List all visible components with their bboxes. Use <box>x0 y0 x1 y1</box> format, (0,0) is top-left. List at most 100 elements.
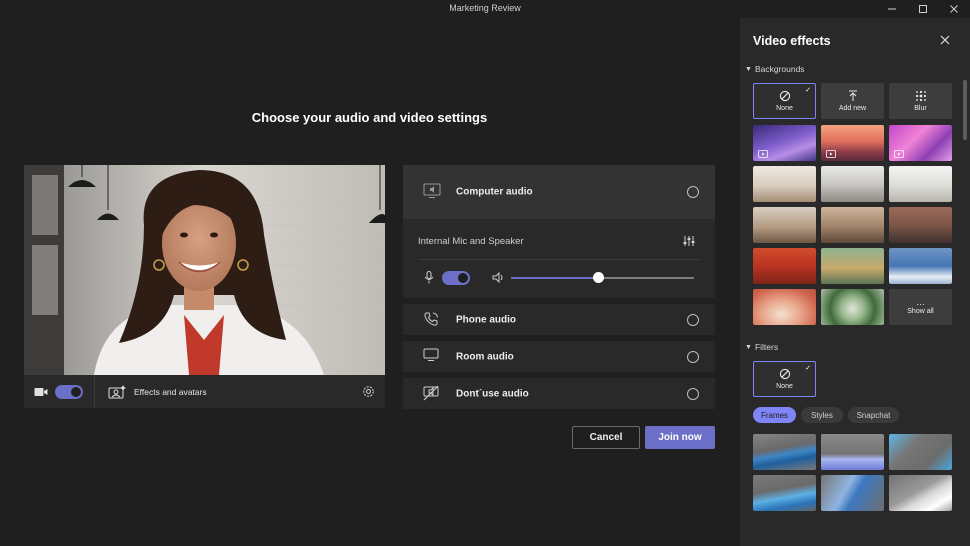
background-thumbnail[interactable] <box>889 166 952 202</box>
microphone-toggle[interactable] <box>442 271 470 285</box>
monitor-icon <box>423 348 439 361</box>
filter-thumbnail[interactable] <box>821 434 884 470</box>
device-settings-icon[interactable] <box>683 235 695 247</box>
show-all-backgrounds-tile[interactable]: … Show all <box>889 289 952 325</box>
background-thumbnail[interactable] <box>889 248 952 284</box>
panel-title: Video effects <box>753 34 831 48</box>
cancel-button[interactable]: Cancel <box>572 426 640 449</box>
device-label: Internal Mic and Speaker <box>418 236 524 247</box>
filter-thumbnail[interactable] <box>753 475 816 511</box>
blur-background-tile[interactable]: Blur <box>889 83 952 119</box>
no-audio-radio[interactable] <box>687 387 699 400</box>
background-none-tile[interactable]: ✓ None <box>753 83 816 119</box>
checkmark-icon: ✓ <box>805 87 811 94</box>
filter-thumbnail[interactable] <box>889 434 952 470</box>
filter-none-label: None <box>776 383 793 390</box>
phone-icon <box>424 312 438 326</box>
camera-icon <box>34 388 48 396</box>
settings-gear-icon[interactable] <box>362 385 375 398</box>
none-icon <box>779 90 790 102</box>
tab-snapchat[interactable]: Snapchat <box>848 407 899 423</box>
none-icon <box>779 368 790 380</box>
room-audio-radio[interactable] <box>687 350 699 363</box>
add-new-background-tile[interactable]: Add new <box>821 83 884 119</box>
panel-scrollbar[interactable] <box>963 80 967 140</box>
video-preview <box>24 165 385 375</box>
effects-icon <box>108 384 126 398</box>
volume-slider[interactable] <box>511 272 694 283</box>
background-thumbnail[interactable] <box>889 125 952 161</box>
window-title: Marketing Review <box>449 3 521 13</box>
blur-label: Blur <box>914 105 927 112</box>
show-all-label: Show all <box>907 308 934 315</box>
no-audio-option[interactable]: Dont´use audio <box>403 378 715 409</box>
background-thumbnail[interactable] <box>821 207 884 243</box>
background-thumbnail[interactable] <box>753 289 816 325</box>
page-title: Choose your audio and video settings <box>251 110 488 125</box>
caret-down-icon: ▼ <box>745 343 752 351</box>
minimize-button[interactable] <box>880 1 904 17</box>
add-new-label: Add new <box>838 105 867 112</box>
backgrounds-section-toggle[interactable]: ▼ Backgrounds <box>745 64 805 74</box>
filters-section-toggle[interactable]: ▼ Filters <box>745 342 778 352</box>
divider <box>94 375 95 408</box>
video-badge-icon <box>758 150 768 158</box>
volume-thumb[interactable] <box>593 272 605 283</box>
none-label: None <box>776 105 793 112</box>
tab-frames[interactable]: Frames <box>753 407 796 423</box>
background-thumbnail[interactable] <box>821 289 884 325</box>
filter-thumbnail[interactable] <box>821 475 884 511</box>
background-thumbnail[interactable] <box>753 125 816 161</box>
background-thumbnail[interactable] <box>821 248 884 284</box>
camera-feed-image <box>24 165 385 375</box>
join-now-button[interactable]: Join now <box>645 426 715 449</box>
filter-thumbnail[interactable] <box>889 475 952 511</box>
title-bar: Marketing Review <box>0 0 970 18</box>
checkmark-icon: ✓ <box>805 365 811 372</box>
room-audio-option[interactable]: Room audio <box>403 341 715 372</box>
phone-audio-radio[interactable] <box>687 313 699 326</box>
background-thumbnail[interactable] <box>753 248 816 284</box>
microphone-icon <box>424 271 434 284</box>
computer-audio-label: Computer audio <box>456 186 533 198</box>
filters-label: Filters <box>754 342 779 352</box>
maximize-button[interactable] <box>911 1 935 17</box>
blur-icon <box>915 90 926 102</box>
upload-icon <box>848 90 857 101</box>
no-audio-icon <box>423 385 439 400</box>
video-badge-icon <box>894 150 904 158</box>
background-thumbnail[interactable] <box>753 207 816 243</box>
background-thumbnail[interactable] <box>821 125 884 161</box>
video-controls-bar: Effects and avatars <box>24 375 385 408</box>
background-thumbnail[interactable] <box>753 166 816 202</box>
video-badge-icon <box>826 150 836 158</box>
background-thumbnail[interactable] <box>821 166 884 202</box>
close-window-button[interactable] <box>942 1 966 17</box>
phone-audio-label: Phone audio <box>456 314 516 325</box>
volume-fill <box>511 277 599 279</box>
close-panel-icon[interactable] <box>940 35 950 45</box>
effects-label: Effects and avatars <box>134 386 207 397</box>
computer-audio-panel: Computer audio Internal Mic and Speaker <box>403 165 715 298</box>
computer-audio-icon <box>423 183 441 198</box>
more-icon: … <box>916 297 925 307</box>
backgrounds-label: Backgrounds <box>754 64 805 74</box>
maximize-icon <box>919 5 927 13</box>
caret-down-icon: ▼ <box>745 65 752 73</box>
filter-none-tile[interactable]: ✓ None <box>753 361 816 397</box>
room-audio-label: Room audio <box>456 351 514 362</box>
phone-audio-option[interactable]: Phone audio <box>403 304 715 335</box>
camera-toggle[interactable] <box>55 385 83 399</box>
computer-audio-option[interactable]: Computer audio <box>403 165 715 219</box>
no-audio-label: Dont´use audio <box>456 388 529 399</box>
speaker-icon <box>492 272 503 283</box>
computer-audio-radio[interactable] <box>687 186 699 198</box>
minimize-icon <box>888 8 896 10</box>
divider <box>418 259 700 260</box>
effects-and-avatars-button[interactable]: Effects and avatars <box>108 383 207 400</box>
filter-thumbnail[interactable] <box>753 434 816 470</box>
background-thumbnail[interactable] <box>889 207 952 243</box>
close-icon <box>950 5 958 13</box>
tab-styles[interactable]: Styles <box>801 407 843 423</box>
video-effects-panel: Video effects ▼ Backgrounds ✓ None Add n… <box>740 18 970 546</box>
